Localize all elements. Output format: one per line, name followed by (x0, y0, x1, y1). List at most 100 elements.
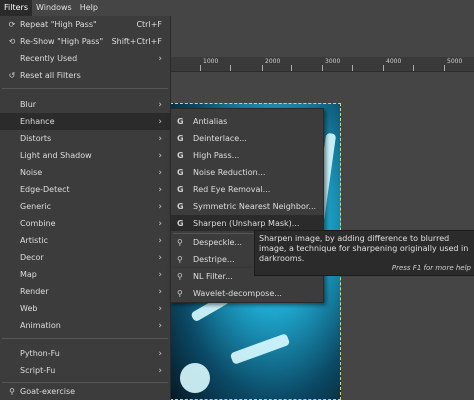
submenu-item-wavelet-decompose[interactable]: ⚲ Wavelet-decompose... (171, 285, 323, 301)
repeat-icon: ⟳ (8, 20, 16, 29)
menu-item-repeat[interactable]: ⟳ Repeat "High Pass" Ctrl+F (0, 16, 170, 33)
menu-item-render[interactable]: Render › (0, 283, 170, 300)
chevron-right-icon: › (158, 286, 162, 297)
menu-item-label: Noise (20, 168, 43, 177)
gegl-icon: G (177, 116, 184, 126)
shortcut-label: Shift+Ctrl+F (111, 37, 162, 46)
menu-item-reshow[interactable]: ⟲ Re-Show "High Pass" Shift+Ctrl+F (0, 33, 170, 50)
menu-item-label: Repeat "High Pass" (20, 20, 97, 29)
menu-item-label: Goat-exercise (20, 387, 76, 396)
ruler-tick (383, 65, 384, 71)
submenu-item-high-pass[interactable]: G High Pass... (171, 147, 323, 163)
chevron-right-icon: › (158, 167, 162, 178)
menu-item-combine[interactable]: Combine › (0, 215, 170, 232)
chevron-right-icon: › (158, 348, 162, 359)
ruler-tick (291, 65, 292, 71)
chevron-right-icon: › (158, 201, 162, 212)
gegl-icon: G (177, 167, 184, 177)
submenu-item-label: High Pass... (193, 150, 240, 160)
ruler-tick (230, 65, 231, 71)
submenu-item-deinterlace[interactable]: G Deinterlace... (171, 130, 323, 146)
chevron-right-icon: › (158, 303, 162, 314)
menu-item-web[interactable]: Web › (0, 300, 170, 317)
menu-item-reset-all[interactable]: ↺ Reset all Filters (0, 67, 170, 84)
submenu-item-label: Noise Reduction... (193, 167, 266, 177)
menu-separator (2, 88, 168, 89)
menu-item-goat-exercise[interactable]: ⚲ Goat-exercise (0, 383, 170, 400)
menu-item-label: Re-Show "High Pass" (20, 37, 104, 46)
ruler-label: 3000 (325, 58, 341, 65)
submenu-item-label: Red Eye Removal... (193, 184, 271, 194)
menu-separator (2, 338, 168, 339)
menu-item-label: Animation (20, 321, 61, 330)
menu-item-label: Artistic (20, 236, 49, 245)
menu-item-python-fu[interactable]: Python-Fu › (0, 345, 170, 362)
menu-item-label: Enhance (20, 117, 55, 126)
menu-item-decor[interactable]: Decor › (0, 249, 170, 266)
menu-item-enhance[interactable]: Enhance › (0, 113, 170, 130)
menu-item-script-fu[interactable]: Script-Fu › (0, 362, 170, 379)
menu-item-map[interactable]: Map › (0, 266, 170, 283)
ruler-label: 5000 (447, 58, 463, 65)
submenu-item-sharpen[interactable]: G Sharpen (Unsharp Mask)... (171, 215, 323, 231)
menu-item-generic[interactable]: Generic › (0, 198, 170, 215)
ruler-label: 2000 (265, 58, 281, 65)
script-icon: ⚲ (177, 288, 183, 298)
submenu-item-label: Antialias (193, 116, 228, 126)
gegl-icon: G (177, 184, 184, 194)
filters-menu: ⟳ Repeat "High Pass" Ctrl+F ⟲ Re-Show "H… (0, 16, 171, 400)
reshow-icon: ⟲ (8, 37, 16, 46)
ruler-tick (413, 65, 414, 71)
menu-item-animation[interactable]: Animation › (0, 317, 170, 334)
chevron-right-icon: › (158, 365, 162, 376)
chevron-right-icon: › (158, 269, 162, 280)
menu-item-recently-used[interactable]: Recently Used › (0, 50, 170, 67)
menu-item-label: Python-Fu (20, 349, 60, 358)
menu-filters[interactable]: Filters (0, 0, 32, 16)
submenu-item-label: Wavelet-decompose... (193, 288, 282, 298)
ruler-tick (262, 65, 263, 71)
menu-item-label: Edge-Detect (20, 185, 70, 194)
chevron-right-icon: › (158, 150, 162, 161)
menu-item-label: Script-Fu (20, 366, 56, 375)
chevron-right-icon: › (158, 133, 162, 144)
submenu-item-label: Symmetric Nearest Neighbor... (193, 201, 317, 211)
chevron-right-icon: › (158, 218, 162, 229)
ruler-label: 1000 (203, 58, 219, 65)
menu-item-label: Web (20, 304, 38, 313)
menu-item-label: Blur (20, 100, 37, 109)
chevron-right-icon: › (158, 184, 162, 195)
submenu-item-label: Deinterlace... (193, 133, 247, 143)
submenu-item-red-eye-removal[interactable]: G Red Eye Removal... (171, 181, 323, 197)
chevron-right-icon: › (158, 53, 162, 64)
menu-item-label: Generic (20, 202, 52, 211)
gegl-icon: G (177, 133, 184, 143)
menu-item-label: Decor (20, 253, 44, 262)
script-icon: ⚲ (177, 271, 183, 281)
menu-item-blur[interactable]: Blur › (0, 96, 170, 113)
menu-help[interactable]: Help (76, 0, 102, 16)
menu-item-label: Light and Shadow (20, 151, 92, 160)
submenu-item-noise-reduction[interactable]: G Noise Reduction... (171, 164, 323, 180)
goat-icon: ⚲ (9, 387, 15, 396)
menu-item-artistic[interactable]: Artistic › (0, 232, 170, 249)
submenu-item-label: Despeckle... (193, 237, 243, 247)
reset-icon: ↺ (8, 71, 16, 80)
chevron-right-icon: › (158, 320, 162, 331)
menu-item-distorts[interactable]: Distorts › (0, 130, 170, 147)
menu-item-noise[interactable]: Noise › (0, 164, 170, 181)
menu-item-edge-detect[interactable]: Edge-Detect › (0, 181, 170, 198)
gegl-icon: G (177, 201, 184, 211)
chevron-right-icon: › (158, 252, 162, 263)
submenu-item-antialias[interactable]: G Antialias (171, 113, 323, 129)
menu-windows[interactable]: Windows (32, 0, 76, 16)
submenu-item-label: Sharpen (Unsharp Mask)... (193, 218, 300, 228)
tooltip-hint: Press F1 for more help (391, 264, 471, 272)
menu-item-light-and-shadow[interactable]: Light and Shadow › (0, 147, 170, 164)
menu-item-label: Map (20, 270, 37, 279)
submenu-item-symmetric-nearest-neighbor[interactable]: G Symmetric Nearest Neighbor... (171, 198, 323, 214)
menubar: Filters Windows Help (0, 0, 474, 16)
menu-item-label: Render (20, 287, 49, 296)
menu-item-label: Combine (20, 219, 56, 228)
chevron-right-icon: › (158, 99, 162, 110)
